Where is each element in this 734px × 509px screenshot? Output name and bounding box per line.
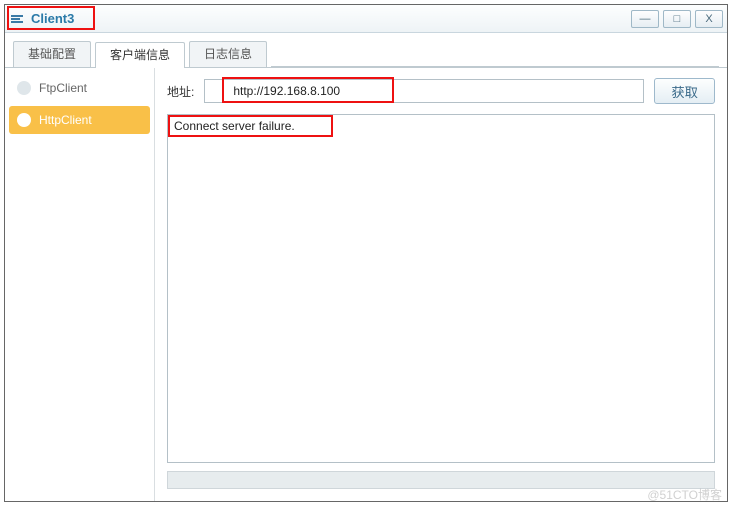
output-area-wrap: Connect server failure. bbox=[167, 114, 715, 463]
maximize-button[interactable]: □ bbox=[663, 10, 691, 28]
content-area: FtpClient HttpClient 地址: 获取 Connect serv… bbox=[5, 67, 727, 501]
url-input-wrap bbox=[204, 79, 644, 103]
fetch-button[interactable]: 获取 bbox=[654, 78, 715, 104]
sidebar-item-httpclient[interactable]: HttpClient bbox=[9, 106, 150, 134]
close-button[interactable]: X bbox=[695, 10, 723, 28]
main-panel: 地址: 获取 Connect server failure. bbox=[155, 68, 727, 501]
title-bar: Client3 — □ X bbox=[5, 5, 727, 33]
watermark-text: @51CTO博客 bbox=[647, 486, 722, 503]
client-list-sidebar: FtpClient HttpClient bbox=[5, 68, 155, 501]
window-title: Client3 bbox=[31, 11, 74, 26]
output-textarea[interactable]: Connect server failure. bbox=[168, 115, 714, 462]
sidebar-item-label: HttpClient bbox=[39, 113, 92, 127]
sidebar-item-ftpclient[interactable]: FtpClient bbox=[9, 74, 150, 102]
url-row: 地址: 获取 bbox=[167, 78, 715, 104]
window-controls: — □ X bbox=[631, 10, 723, 28]
sidebar-item-label: FtpClient bbox=[39, 81, 87, 95]
tab-client-info[interactable]: 客户端信息 bbox=[95, 42, 185, 68]
status-bar bbox=[167, 471, 715, 489]
status-dot-icon bbox=[17, 113, 31, 127]
tab-basic-config[interactable]: 基础配置 bbox=[13, 41, 91, 67]
minimize-button[interactable]: — bbox=[631, 10, 659, 28]
app-window: Client3 — □ X 基础配置 客户端信息 日志信息 FtpClient … bbox=[4, 4, 728, 502]
tab-log-info[interactable]: 日志信息 bbox=[189, 41, 267, 67]
status-dot-icon bbox=[17, 81, 31, 95]
url-label: 地址: bbox=[167, 83, 194, 100]
output-text: Connect server failure. bbox=[174, 119, 295, 133]
url-input[interactable] bbox=[204, 79, 644, 103]
tab-strip: 基础配置 客户端信息 日志信息 bbox=[5, 33, 727, 67]
app-icon bbox=[9, 11, 25, 27]
